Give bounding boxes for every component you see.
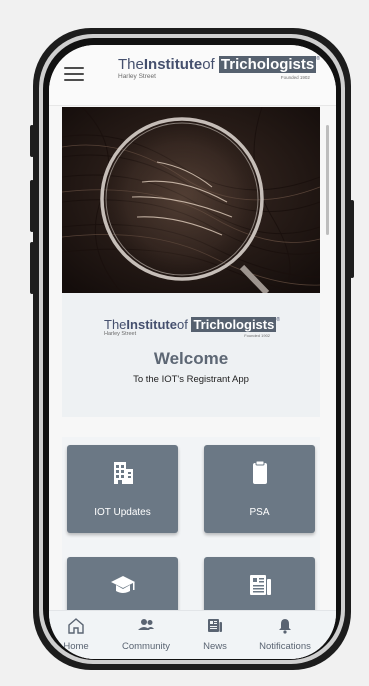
welcome-card: TheInstituteof Trichologists ® Harley Str…	[62, 293, 320, 417]
tab-notifications-label: Notifications	[259, 641, 311, 652]
app-screen: TheInstituteof Trichologists ® Harley Str…	[49, 45, 336, 659]
hero-scalp-image	[62, 107, 320, 293]
building-icon	[114, 462, 133, 484]
tab-home[interactable]: Home	[53, 611, 99, 659]
bell-icon	[279, 619, 291, 634]
graduation-cap-icon	[111, 576, 135, 593]
menu-icon[interactable]	[64, 67, 84, 83]
users-icon	[138, 619, 154, 630]
newspaper-icon	[208, 619, 222, 632]
tile-iot-updates[interactable]: IOT Updates	[67, 445, 178, 533]
tile-psa[interactable]: PSA	[204, 445, 315, 533]
logo-institute: Institute	[143, 56, 203, 73]
tab-notifications[interactable]: Notifications	[247, 611, 323, 659]
volume-down-button	[30, 242, 34, 294]
app-header: TheInstituteof Trichologists ® Harley Str…	[49, 45, 336, 106]
scrollbar[interactable]	[326, 125, 329, 235]
welcome-logo-the: The	[104, 317, 127, 332]
tab-community[interactable]: Community	[109, 611, 183, 659]
logo-trichologists: Trichologists	[218, 56, 317, 73]
power-button	[350, 200, 354, 278]
tab-news[interactable]: News	[195, 611, 235, 659]
logo-founded: Founded 1902	[280, 75, 310, 80]
tile-label: PSA	[249, 507, 270, 518]
newspaper-icon	[250, 575, 271, 595]
home-icon	[68, 618, 84, 634]
welcome-logo-institute: Institute	[126, 317, 177, 332]
logo-subtitle: Harley Street	[118, 73, 156, 80]
header-logo: TheInstituteof Trichologists ® Harley Str…	[118, 56, 320, 80]
tile-label: IOT Updates	[94, 507, 151, 518]
bottom-tab-bar: Home Community News Notifications	[49, 610, 336, 659]
welcome-subtitle: To the IOT's Registrant App	[133, 374, 249, 385]
welcome-logo: TheInstituteof Trichologists ® Harley Str…	[104, 317, 281, 338]
welcome-logo-subtitle: Harley Street	[104, 331, 137, 337]
clipboard-icon	[253, 460, 267, 484]
tab-news-label: News	[203, 641, 227, 652]
tab-home-label: Home	[63, 641, 89, 652]
welcome-logo-of: of	[176, 317, 188, 332]
welcome-logo-registered: ®	[276, 317, 281, 323]
volume-up-button	[30, 180, 34, 232]
logo-the: The	[118, 56, 144, 73]
mute-switch	[30, 125, 34, 157]
welcome-logo-founded: Founded 1902	[244, 333, 271, 338]
scalp-magnifier-illustration	[62, 107, 320, 293]
logo-of: of	[202, 56, 215, 73]
welcome-logo-trichologists: Trichologists	[191, 317, 277, 332]
welcome-title: Welcome	[153, 349, 229, 368]
tab-community-label: Community	[121, 641, 171, 652]
logo-registered: ®	[316, 56, 320, 62]
